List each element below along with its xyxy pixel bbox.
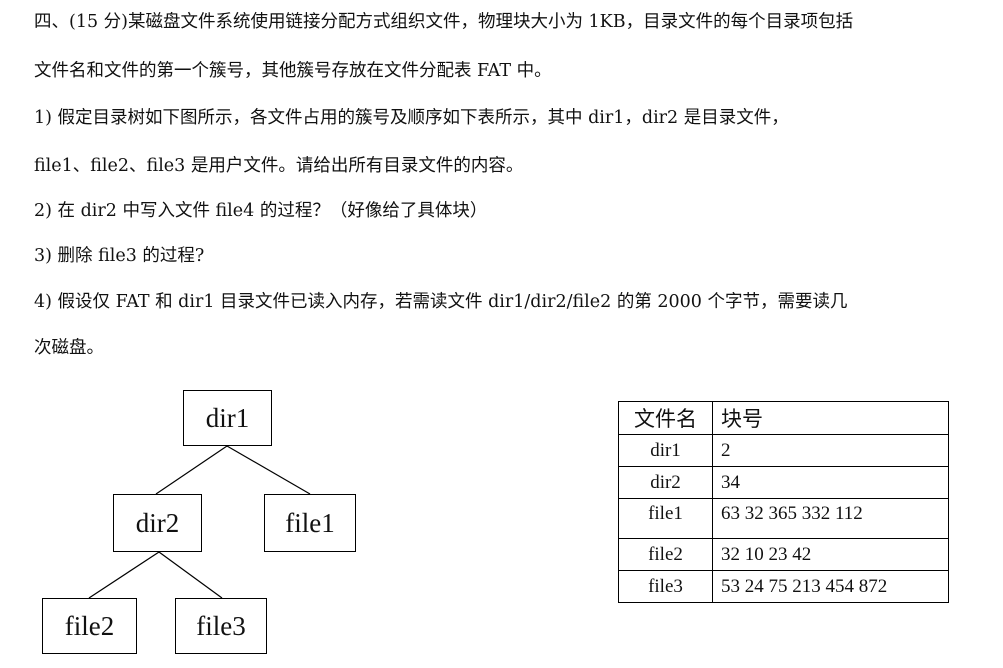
tree-node-dir2: dir2	[113, 494, 202, 552]
header-filename: 文件名	[618, 401, 713, 435]
cell-blocks: 53 24 75 213 454 872	[712, 570, 949, 603]
cell-filename: file2	[618, 538, 713, 571]
cell-blocks: 63 32 365 332 112	[712, 498, 949, 539]
cell-filename: dir1	[618, 434, 713, 467]
cell-filename: file1	[618, 498, 713, 539]
tree-node-file2: file2	[42, 598, 137, 654]
cell-filename: dir2	[618, 466, 713, 499]
table-header-row: 文件名 块号	[618, 401, 949, 435]
tree-node-dir1: dir1	[183, 390, 272, 446]
edge-dir2-file3	[158, 551, 223, 599]
edge-dir1-dir2	[155, 445, 228, 495]
tree-node-file3: file3	[175, 598, 267, 654]
table-row: dir2 34	[618, 466, 949, 499]
cluster-table: 文件名 块号 dir1 2 dir2 34 file1 63 32 365 33…	[618, 401, 949, 603]
cell-blocks: 32 10 23 42	[712, 538, 949, 571]
header-blocks: 块号	[712, 401, 949, 435]
edge-dir1-file1	[226, 445, 311, 495]
cell-blocks: 2	[712, 434, 949, 467]
cell-blocks: 34	[712, 466, 949, 499]
table-row: file2 32 10 23 42	[618, 538, 949, 571]
table-row: file3 53 24 75 213 454 872	[618, 570, 949, 603]
cell-filename: file3	[618, 570, 713, 603]
tree-node-file1: file1	[264, 494, 356, 552]
table-row: file1 63 32 365 332 112	[618, 498, 949, 539]
table-row: dir1 2	[618, 434, 949, 467]
edge-dir2-file2	[88, 551, 160, 599]
